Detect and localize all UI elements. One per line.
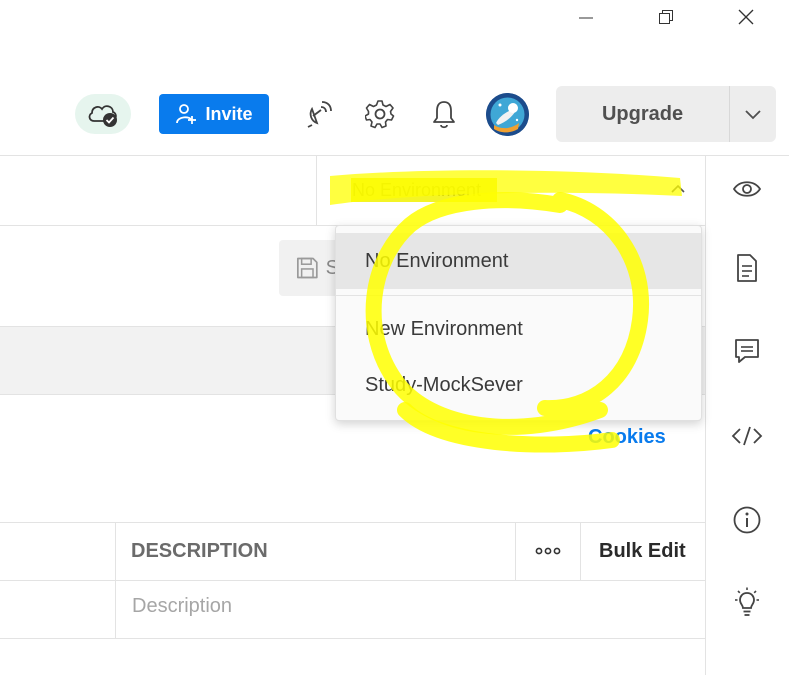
env-bar-separator <box>316 155 317 225</box>
eye-icon <box>732 181 762 197</box>
description-input[interactable]: Description <box>132 595 232 618</box>
dropdown-separator <box>336 295 701 296</box>
upgrade-split-button: Upgrade <box>556 86 776 142</box>
more-horizontal-icon <box>535 547 561 555</box>
add-user-icon <box>176 104 197 124</box>
environment-dropdown: No Environment New Environment Study-Moc… <box>335 225 702 421</box>
dropdown-item-new-environment[interactable]: New Environment <box>336 301 701 357</box>
table-col-divider-bulk <box>580 522 581 580</box>
info-button[interactable] <box>727 500 767 540</box>
save-icon <box>296 257 318 279</box>
cookies-link[interactable]: Cookies <box>588 426 666 449</box>
restore-button[interactable] <box>641 0 691 34</box>
settings-button[interactable] <box>360 94 400 134</box>
gear-icon <box>365 100 395 129</box>
invite-button[interactable]: Invite <box>159 94 269 134</box>
code-snippet-button[interactable] <box>727 416 767 456</box>
restore-icon <box>659 10 673 24</box>
invite-label: Invite <box>205 103 253 124</box>
satellite-icon <box>307 101 332 128</box>
code-icon <box>731 426 763 446</box>
table-col-divider <box>115 522 116 638</box>
close-icon <box>738 9 754 25</box>
table-header-border <box>0 580 705 581</box>
bulk-edit-button[interactable]: Bulk Edit <box>599 522 686 580</box>
header-divider <box>0 155 789 156</box>
document-icon <box>737 254 757 282</box>
documentation-button[interactable] <box>727 248 767 288</box>
upgrade-menu-button[interactable] <box>730 86 776 142</box>
suggestions-button[interactable] <box>727 583 767 623</box>
avatar-image-icon <box>486 93 529 136</box>
environment-quick-look-button[interactable] <box>727 169 767 209</box>
dropdown-item-study-mocksever[interactable]: Study-MockSever <box>336 357 701 413</box>
lightbulb-icon <box>735 587 759 616</box>
comment-icon <box>735 339 759 363</box>
environment-selector[interactable]: No Environment <box>337 168 697 212</box>
dropdown-item-no-environment[interactable]: No Environment <box>336 233 701 289</box>
comments-button[interactable] <box>727 331 767 371</box>
chevron-up-icon <box>671 184 685 193</box>
table-row-border <box>0 638 705 639</box>
capture-requests-button[interactable] <box>299 94 339 134</box>
save-button[interactable]: S <box>279 240 339 296</box>
notifications-button[interactable] <box>424 94 464 134</box>
avatar[interactable] <box>486 93 529 136</box>
cloud-check-icon <box>88 105 117 127</box>
right-sidebar-border <box>705 155 706 675</box>
upgrade-button[interactable]: Upgrade <box>556 86 730 142</box>
column-header-description: DESCRIPTION <box>131 539 268 562</box>
close-button[interactable] <box>721 0 771 34</box>
environment-selected-label: No Environment <box>352 179 482 200</box>
bell-icon <box>433 101 455 129</box>
sync-status-button[interactable] <box>75 94 131 134</box>
minimize-button[interactable] <box>561 0 611 34</box>
info-icon <box>733 506 761 534</box>
more-options-button[interactable] <box>516 522 580 580</box>
chevron-down-icon <box>745 110 761 120</box>
minimize-icon <box>579 17 593 19</box>
